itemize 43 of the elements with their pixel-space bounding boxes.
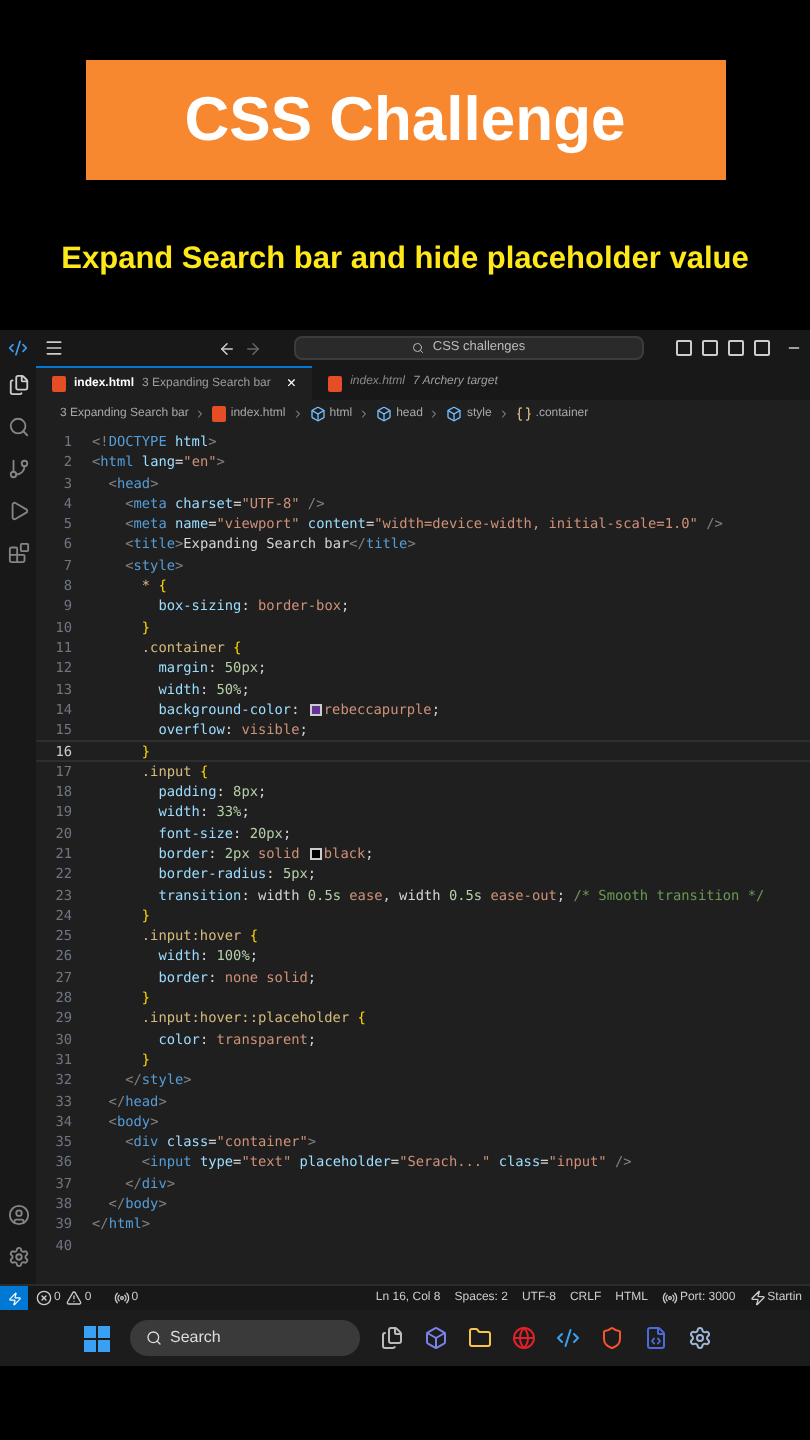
code-editor-icon[interactable] [556, 1326, 580, 1350]
subtitle: Expand Search bar and hide placeholder value [61, 240, 749, 280]
html-file-icon [328, 375, 343, 391]
settings-icon[interactable] [7, 1246, 29, 1268]
element-icon [309, 406, 326, 422]
html-file-icon [52, 376, 66, 392]
element-icon [376, 406, 393, 422]
forward-arrow-icon[interactable] [244, 339, 262, 357]
menu-icon[interactable] [44, 338, 64, 358]
element-icon [446, 406, 463, 422]
explorer-icon[interactable] [7, 374, 29, 396]
task-view-icon[interactable] [380, 1326, 404, 1350]
remote-button[interactable] [0, 1286, 28, 1310]
settings-icon[interactable] [688, 1326, 712, 1350]
run-debug-icon[interactable] [7, 500, 29, 522]
folder-icon[interactable] [468, 1326, 492, 1350]
editor-logo-icon [8, 338, 28, 358]
back-arrow-icon[interactable] [218, 339, 236, 357]
source-control-icon[interactable] [7, 458, 29, 480]
chevron-icon [428, 408, 441, 420]
app-icon[interactable] [644, 1326, 668, 1350]
warning-icon [66, 1290, 83, 1306]
search-icon [146, 1330, 162, 1346]
app-icon[interactable] [424, 1326, 448, 1350]
extensions-icon[interactable] [7, 542, 29, 564]
chevron-icon [194, 408, 207, 420]
html-file-icon [212, 406, 227, 422]
broadcast-icon [661, 1290, 678, 1306]
selector-icon [515, 406, 532, 422]
browser-icon[interactable] [512, 1326, 536, 1350]
search-icon [412, 342, 425, 354]
start-icon[interactable] [84, 1325, 110, 1351]
shield-icon[interactable] [600, 1326, 624, 1350]
taskbar-search-field[interactable]: Search [130, 1320, 360, 1356]
title-banner: CSS Challenge [85, 60, 725, 180]
chevron-icon [358, 408, 371, 420]
chevron-icon [291, 408, 304, 420]
chevron-icon [497, 408, 510, 420]
account-icon[interactable] [7, 1204, 29, 1226]
broadcast-icon [113, 1290, 130, 1306]
lightning-icon [749, 1290, 766, 1306]
error-icon [36, 1290, 52, 1306]
search-icon[interactable] [7, 416, 29, 438]
